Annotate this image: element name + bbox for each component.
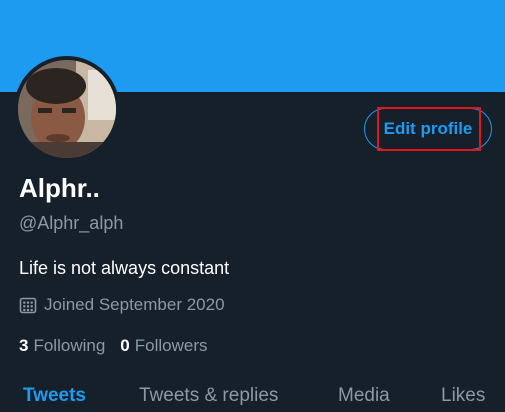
joined-text: Joined September 2020 (44, 295, 225, 314)
following-count: 3 (19, 336, 29, 355)
tab-likes[interactable]: Likes (441, 384, 485, 408)
tab-media[interactable]: Media (338, 384, 390, 408)
followers-count: 0 (120, 336, 130, 355)
tab-tweets-and-replies[interactable]: Tweets & replies (139, 384, 278, 408)
profile-handle: @Alphr_alph (19, 213, 124, 233)
display-name: Alphr.. (19, 173, 100, 203)
profile-bio: Life is not always constant (19, 258, 230, 278)
joined-date: Joined September 2020 (19, 294, 225, 316)
followers-link[interactable]: 0 Followers (120, 335, 207, 357)
edit-profile-button[interactable]: Edit profile (364, 108, 492, 150)
followers-label: Followers (134, 336, 208, 355)
follow-stats: 3 Following 0 Followers (19, 335, 208, 357)
following-link[interactable]: 3 Following (19, 335, 105, 357)
avatar-photo (18, 60, 116, 158)
profile-tabs: Tweets Tweets & replies Media Likes (0, 384, 505, 412)
avatar[interactable] (14, 56, 120, 162)
following-label: Following (33, 336, 106, 355)
calendar-icon (19, 296, 37, 314)
edit-profile-label: Edit profile (383, 119, 473, 138)
tab-tweets[interactable]: Tweets (23, 384, 86, 408)
